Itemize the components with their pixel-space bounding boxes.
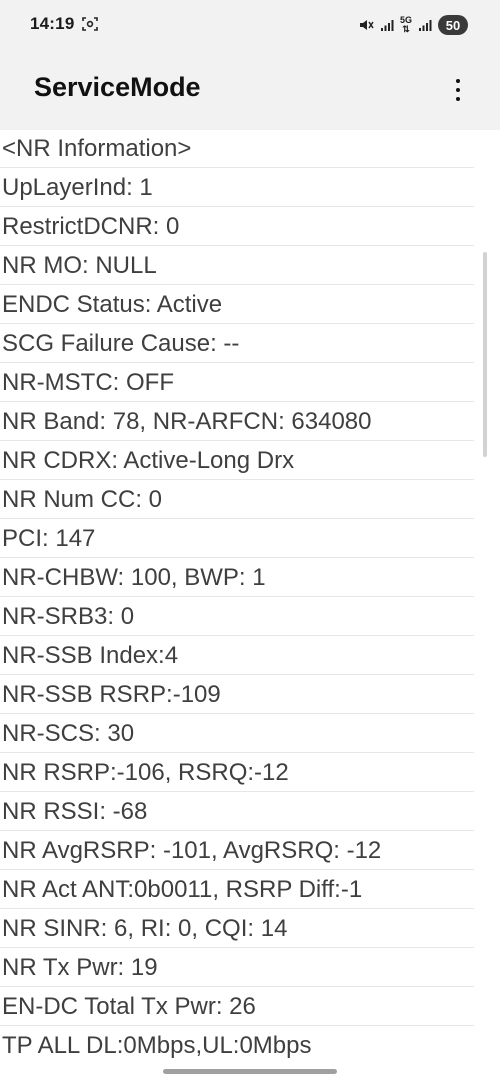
status-bar: 14:19 5G ⇅ 50 <box>0 0 500 52</box>
list-item: NR-SSB RSRP:-109 <box>0 676 474 714</box>
list-item: NR SINR: 6, RI: 0, CQI: 14 <box>0 910 474 948</box>
page-title: ServiceMode <box>34 72 201 102</box>
data-arrows-icon: ⇅ <box>402 24 410 34</box>
list-item: NR AvgRSRP: -101, AvgRSRQ: -12 <box>0 832 474 870</box>
list-item: NR MO: NULL <box>0 247 474 285</box>
status-icons: 5G ⇅ 50 <box>358 14 468 36</box>
home-indicator[interactable] <box>163 1069 337 1074</box>
signal-icon <box>380 18 394 32</box>
list-item: RestrictDCNR: 0 <box>0 208 474 246</box>
screenshot-icon <box>82 16 98 32</box>
list-item: TP ALL DL:0Mbps,UL:0Mbps <box>0 1027 474 1058</box>
mute-vibrate-icon <box>358 17 374 33</box>
scrollbar[interactable] <box>483 252 487 457</box>
list-item: NR-SSB Index:4 <box>0 637 474 675</box>
list-item: PCI: 147 <box>0 520 474 558</box>
list-item: NR-MSTC: OFF <box>0 364 474 402</box>
list-item: NR-SRB3: 0 <box>0 598 474 636</box>
signal-icon <box>418 18 432 32</box>
app-bar: ServiceMode <box>0 52 500 130</box>
list-item: NR Band: 78, NR-ARFCN: 634080 <box>0 403 474 441</box>
list-item: NR RSSI: -68 <box>0 793 474 831</box>
list-item: NR-CHBW: 100, BWP: 1 <box>0 559 474 597</box>
battery-level: 50 <box>445 17 461 33</box>
list-item: NR Tx Pwr: 19 <box>0 949 474 987</box>
list-item: EN-DC Total Tx Pwr: 26 <box>0 988 474 1026</box>
list-item: <NR Information> <box>0 130 474 168</box>
service-info-list[interactable]: <NR Information> UpLayerInd: 1 RestrictD… <box>0 130 500 1058</box>
list-item: UpLayerInd: 1 <box>0 169 474 207</box>
list-item: NR CDRX: Active-Long Drx <box>0 442 474 480</box>
status-time: 14:19 <box>30 14 75 33</box>
more-vert-icon[interactable] <box>446 74 470 106</box>
list-item: SCG Failure Cause: -- <box>0 325 474 363</box>
network-type-indicator: 5G ⇅ <box>400 16 412 34</box>
list-item: ENDC Status: Active <box>0 286 474 324</box>
list-item: NR RSRP:-106, RSRQ:-12 <box>0 754 474 792</box>
list-item: NR Act ANT:0b0011, RSRP Diff:-1 <box>0 871 474 909</box>
list-item: NR-SCS: 30 <box>0 715 474 753</box>
list-item: NR Num CC: 0 <box>0 481 474 519</box>
battery-icon: 50 <box>438 15 468 35</box>
